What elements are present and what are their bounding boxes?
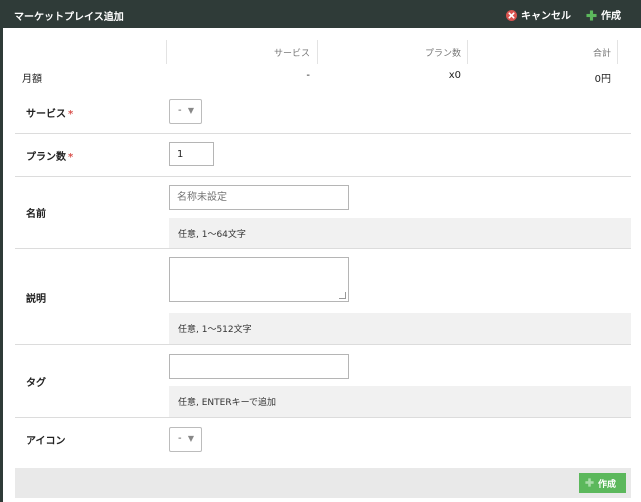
- icon-select[interactable]: - ▼: [169, 427, 202, 452]
- required-mark: *: [68, 152, 74, 163]
- plan-count-input[interactable]: [169, 142, 214, 166]
- form-row-icon: アイコン - ▼: [15, 418, 631, 464]
- summary-table: サービス プラン数 合計 月額 - x0 0円: [0, 40, 641, 92]
- form-row-tags: タグ 任意, ENTERキーで追加: [15, 345, 631, 418]
- description-hint: 任意, 1〜512文字: [169, 313, 631, 344]
- form-row-service: サービス * - ▼: [15, 90, 631, 134]
- dropdown-arrow-icon: ▼: [187, 106, 194, 115]
- resize-grip-icon[interactable]: [339, 292, 346, 299]
- window-edge: [0, 28, 3, 502]
- summary-divider: [166, 40, 167, 64]
- summary-header-plans: プラン数: [424, 49, 461, 59]
- name-hint: 任意, 1〜64文字: [169, 218, 631, 248]
- cancel-label: キャンセル: [521, 11, 571, 22]
- description-label: 説明: [26, 294, 46, 305]
- tags-input[interactable]: [169, 354, 349, 379]
- footer-create-button[interactable]: 作成: [579, 473, 626, 493]
- footer-create-label: 作成: [598, 480, 617, 490]
- icon-label: アイコン: [26, 436, 66, 447]
- tags-hint: 任意, ENTERキーで追加: [169, 386, 631, 417]
- title-bar: マーケットプレイス追加 キャンセル 作成: [0, 0, 641, 28]
- tags-label: タグ: [26, 378, 46, 389]
- service-label: サービス *: [26, 109, 74, 120]
- form-row-name: 名前 任意, 1〜64文字: [15, 177, 631, 249]
- cancel-button[interactable]: キャンセル: [506, 7, 571, 22]
- summary-divider: [467, 40, 468, 64]
- name-input[interactable]: [169, 185, 349, 210]
- summary-row-label: 月額: [22, 74, 42, 85]
- summary-divider: [317, 40, 318, 64]
- form-row-description: 説明 任意, 1〜512文字: [15, 249, 631, 345]
- plan-count-label: プラン数 *: [26, 152, 74, 163]
- summary-header-total: 合計: [592, 49, 611, 59]
- description-textarea[interactable]: [169, 257, 349, 302]
- service-select[interactable]: - ▼: [169, 99, 202, 124]
- page-title: マーケットプレイス追加: [14, 12, 124, 23]
- plus-icon: [586, 10, 597, 21]
- x-circle-icon: [506, 10, 517, 21]
- required-mark: *: [68, 109, 74, 120]
- name-label: 名前: [26, 209, 46, 220]
- footer-bar: 作成: [15, 468, 631, 498]
- form-row-plan-count: プラン数 *: [15, 134, 631, 177]
- summary-divider: [617, 40, 618, 64]
- summary-value-service: -: [306, 70, 310, 81]
- create-button[interactable]: 作成: [586, 7, 621, 22]
- dropdown-arrow-icon: ▼: [187, 434, 194, 443]
- summary-value-total: 0円: [594, 74, 611, 85]
- summary-header-service: サービス: [273, 49, 310, 59]
- summary-value-plans: x0: [448, 70, 461, 81]
- plus-icon: [585, 478, 594, 487]
- create-label: 作成: [601, 11, 621, 22]
